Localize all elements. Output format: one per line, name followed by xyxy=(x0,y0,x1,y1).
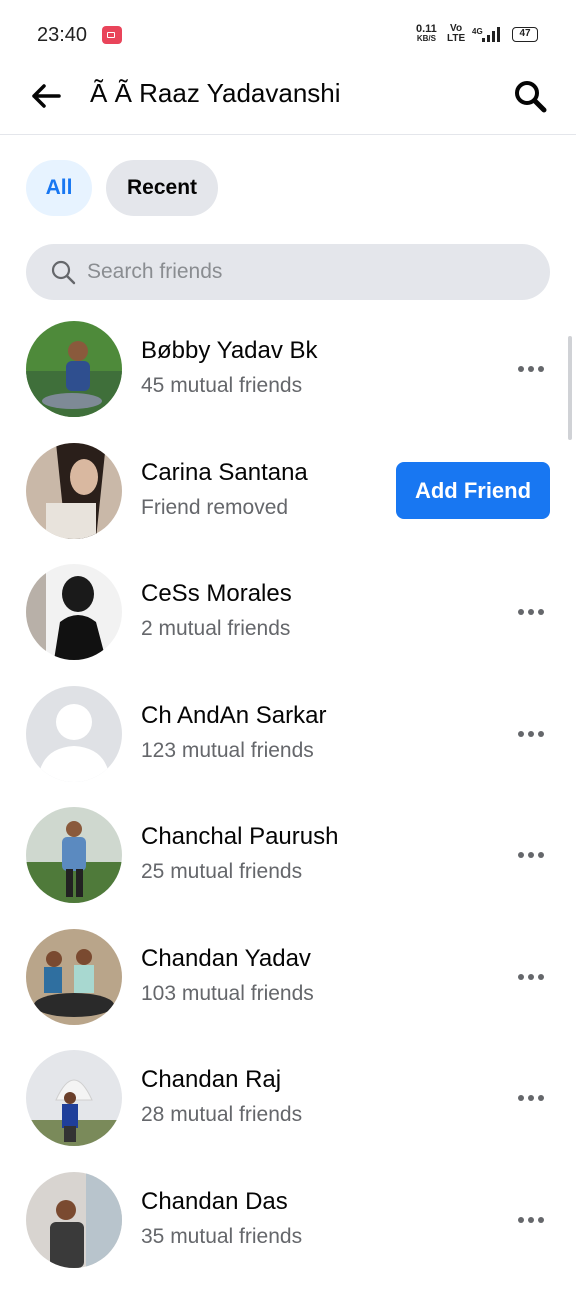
more-dot-icon xyxy=(518,731,524,737)
search-icon xyxy=(50,259,76,285)
status-time: 23:40 xyxy=(37,24,87,47)
friend-name: Chandan Yadav xyxy=(141,945,311,973)
more-dot-icon xyxy=(518,852,524,858)
status-bar: 23:40 0.11 KB/S Vo LTE 4G 47 xyxy=(0,0,576,64)
friend-row[interactable]: Chandan Das 35 mutual friends xyxy=(0,1172,576,1293)
more-dot-icon xyxy=(538,609,544,615)
friend-name: Chanchal Paurush xyxy=(141,823,338,851)
more-options-button[interactable] xyxy=(510,600,552,624)
avatar[interactable] xyxy=(26,807,122,903)
volte-indicator: Vo LTE xyxy=(447,24,465,44)
mutual-friends-count: 28 mutual friends xyxy=(141,1103,302,1127)
more-dot-icon xyxy=(518,974,524,980)
avatar[interactable] xyxy=(26,1172,122,1268)
mutual-friends-count: 35 mutual friends xyxy=(141,1225,302,1249)
back-button[interactable] xyxy=(26,76,66,116)
more-dot-icon xyxy=(538,366,544,372)
avatar[interactable] xyxy=(26,443,122,539)
mutual-friends-count: 45 mutual friends xyxy=(141,374,302,398)
mutual-friends-count: 2 mutual friends xyxy=(141,617,290,641)
more-options-button[interactable] xyxy=(510,722,552,746)
screen-record-icon xyxy=(102,26,122,44)
more-options-button[interactable] xyxy=(510,965,552,989)
back-arrow-icon xyxy=(31,83,61,109)
more-dot-icon xyxy=(538,974,544,980)
friend-row[interactable]: Chandan Raj 28 mutual friends xyxy=(0,1050,576,1172)
friend-name: Ch AndAn Sarkar xyxy=(141,702,326,730)
more-options-button[interactable] xyxy=(510,1086,552,1110)
avatar[interactable] xyxy=(26,564,122,660)
mutual-friends-count: 25 mutual friends xyxy=(141,860,302,884)
more-dot-icon xyxy=(528,1217,534,1223)
friend-row[interactable]: Chandan Yadav 103 mutual friends xyxy=(0,929,576,1051)
page-title: Ã Ã Raaz Yadavanshi xyxy=(90,78,341,109)
top-app-bar: Ã Ã Raaz Yadavanshi xyxy=(0,64,576,135)
volte-bottom: LTE xyxy=(447,33,465,44)
network-speed-unit: KB/S xyxy=(416,34,437,44)
more-dot-icon xyxy=(518,366,524,372)
filter-chip-all[interactable]: All xyxy=(26,160,92,216)
more-options-button[interactable] xyxy=(510,843,552,867)
more-dot-icon xyxy=(538,852,544,858)
more-dot-icon xyxy=(518,1217,524,1223)
more-dot-icon xyxy=(538,731,544,737)
more-dot-icon xyxy=(528,609,534,615)
filter-chip-recent[interactable]: Recent xyxy=(106,160,218,216)
friend-row[interactable]: Bøbby Yadav Bk 45 mutual friends xyxy=(0,321,576,443)
scrollbar[interactable] xyxy=(568,336,572,440)
search-placeholder: Search friends xyxy=(87,260,222,284)
network-type: 4G xyxy=(472,27,483,36)
avatar[interactable] xyxy=(26,1050,122,1146)
signal-icon: 4G xyxy=(472,26,504,49)
more-dot-icon xyxy=(518,609,524,615)
more-dot-icon xyxy=(538,1217,544,1223)
avatar[interactable] xyxy=(26,686,122,782)
search-button[interactable] xyxy=(508,74,552,118)
more-options-button[interactable] xyxy=(510,1208,552,1232)
friend-row[interactable]: CeSs Morales 2 mutual friends xyxy=(0,564,576,686)
friend-row[interactable]: Chanchal Paurush 25 mutual friends xyxy=(0,807,576,929)
friend-name: Chandan Das xyxy=(141,1188,288,1216)
more-dot-icon xyxy=(528,731,534,737)
more-dot-icon xyxy=(518,1095,524,1101)
battery-indicator: 47 xyxy=(512,27,538,42)
avatar[interactable] xyxy=(26,321,122,417)
friends-list: Bøbby Yadav Bk 45 mutual friends Carina … xyxy=(0,321,576,1293)
more-dot-icon xyxy=(528,366,534,372)
mutual-friends-count: 123 mutual friends xyxy=(141,739,314,763)
more-options-button[interactable] xyxy=(510,357,552,381)
network-speed: 0.11 KB/S xyxy=(416,24,437,44)
friend-name: Bøbby Yadav Bk xyxy=(141,337,318,365)
more-dot-icon xyxy=(538,1095,544,1101)
add-friend-button[interactable]: Add Friend xyxy=(396,462,550,519)
more-dot-icon xyxy=(528,852,534,858)
friend-row[interactable]: Ch AndAn Sarkar 123 mutual friends xyxy=(0,686,576,808)
friend-name: CeSs Morales xyxy=(141,580,292,608)
friend-status: Friend removed xyxy=(141,496,288,520)
friend-name: Carina Santana xyxy=(141,459,308,487)
more-dot-icon xyxy=(528,974,534,980)
more-dot-icon xyxy=(528,1095,534,1101)
avatar[interactable] xyxy=(26,929,122,1025)
friend-name: Chandan Raj xyxy=(141,1066,281,1094)
search-friends-input[interactable]: Search friends xyxy=(26,244,550,300)
mutual-friends-count: 103 mutual friends xyxy=(141,982,314,1006)
search-icon xyxy=(513,79,547,113)
